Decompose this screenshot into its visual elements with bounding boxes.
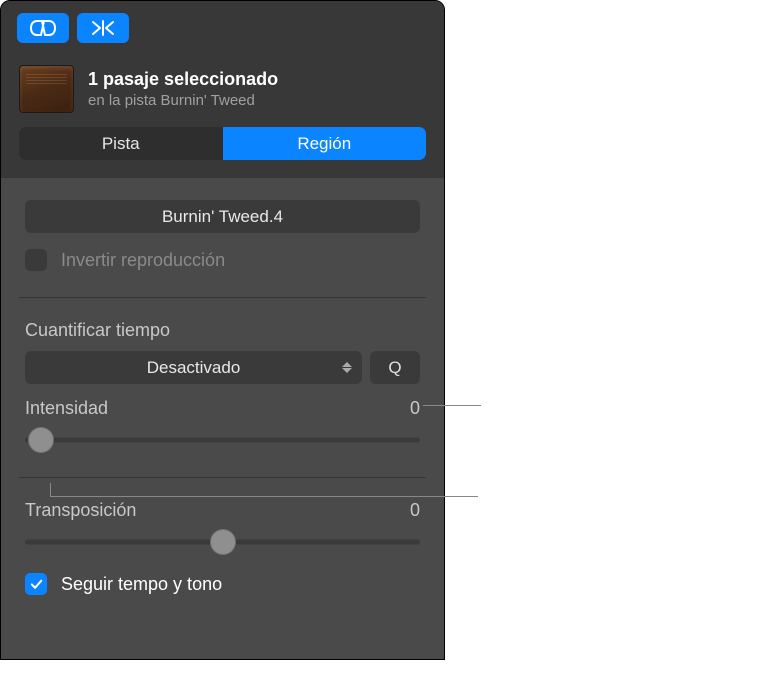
transpose-slider[interactable]	[25, 527, 420, 557]
selection-title: 1 pasaje seleccionado	[88, 69, 278, 90]
reverse-checkbox[interactable]	[25, 249, 47, 271]
content-area: Invertir reproducción Cuantificar tiempo…	[1, 178, 444, 621]
checkmark-icon	[29, 577, 44, 592]
strength-slider[interactable]	[25, 425, 420, 455]
track-thumbnail	[19, 65, 74, 113]
region-name-input[interactable]	[25, 200, 420, 233]
strength-label: Intensidad	[25, 398, 108, 419]
reverse-label: Invertir reproducción	[61, 250, 225, 271]
select-arrows-icon	[342, 362, 352, 373]
slider-thumb-icon	[28, 427, 54, 453]
header-section: 1 pasaje seleccionado en la pista Burnin…	[1, 55, 444, 178]
quantize-apply-button[interactable]: Q	[370, 351, 420, 384]
inspector-panel: 1 pasaje seleccionado en la pista Burnin…	[0, 0, 445, 660]
top-toolbar	[1, 1, 444, 55]
loop-icon-button[interactable]	[17, 13, 69, 43]
slider-thumb-icon	[210, 529, 236, 555]
region-name-section: Invertir reproducción	[19, 178, 426, 298]
strength-value: 0	[410, 398, 420, 419]
transpose-section: Transposición 0 Seguir tempo y tono	[19, 478, 426, 621]
quantize-section: Cuantificar tiempo Desactivado Q Intensi…	[19, 298, 426, 478]
quantize-value: Desactivado	[147, 358, 241, 378]
callout-line	[50, 483, 51, 496]
tab-track[interactable]: Pista	[19, 127, 223, 160]
converge-arrows-icon	[90, 19, 116, 37]
callout-line	[50, 496, 478, 497]
navigate-icon-button[interactable]	[77, 13, 129, 43]
follow-tempo-checkbox[interactable]	[25, 573, 47, 595]
quantize-label: Cuantificar tiempo	[25, 320, 420, 341]
follow-tempo-label: Seguir tempo y tono	[61, 574, 222, 595]
transpose-value: 0	[410, 500, 420, 521]
callout-line	[423, 405, 481, 406]
selection-subtitle: en la pista Burnin' Tweed	[88, 92, 278, 109]
loop-link-icon	[30, 19, 56, 37]
quantize-select[interactable]: Desactivado	[25, 351, 362, 384]
tab-region[interactable]: Región	[223, 127, 427, 160]
transpose-label: Transposición	[25, 500, 136, 521]
track-region-segmented: Pista Región	[19, 127, 426, 160]
